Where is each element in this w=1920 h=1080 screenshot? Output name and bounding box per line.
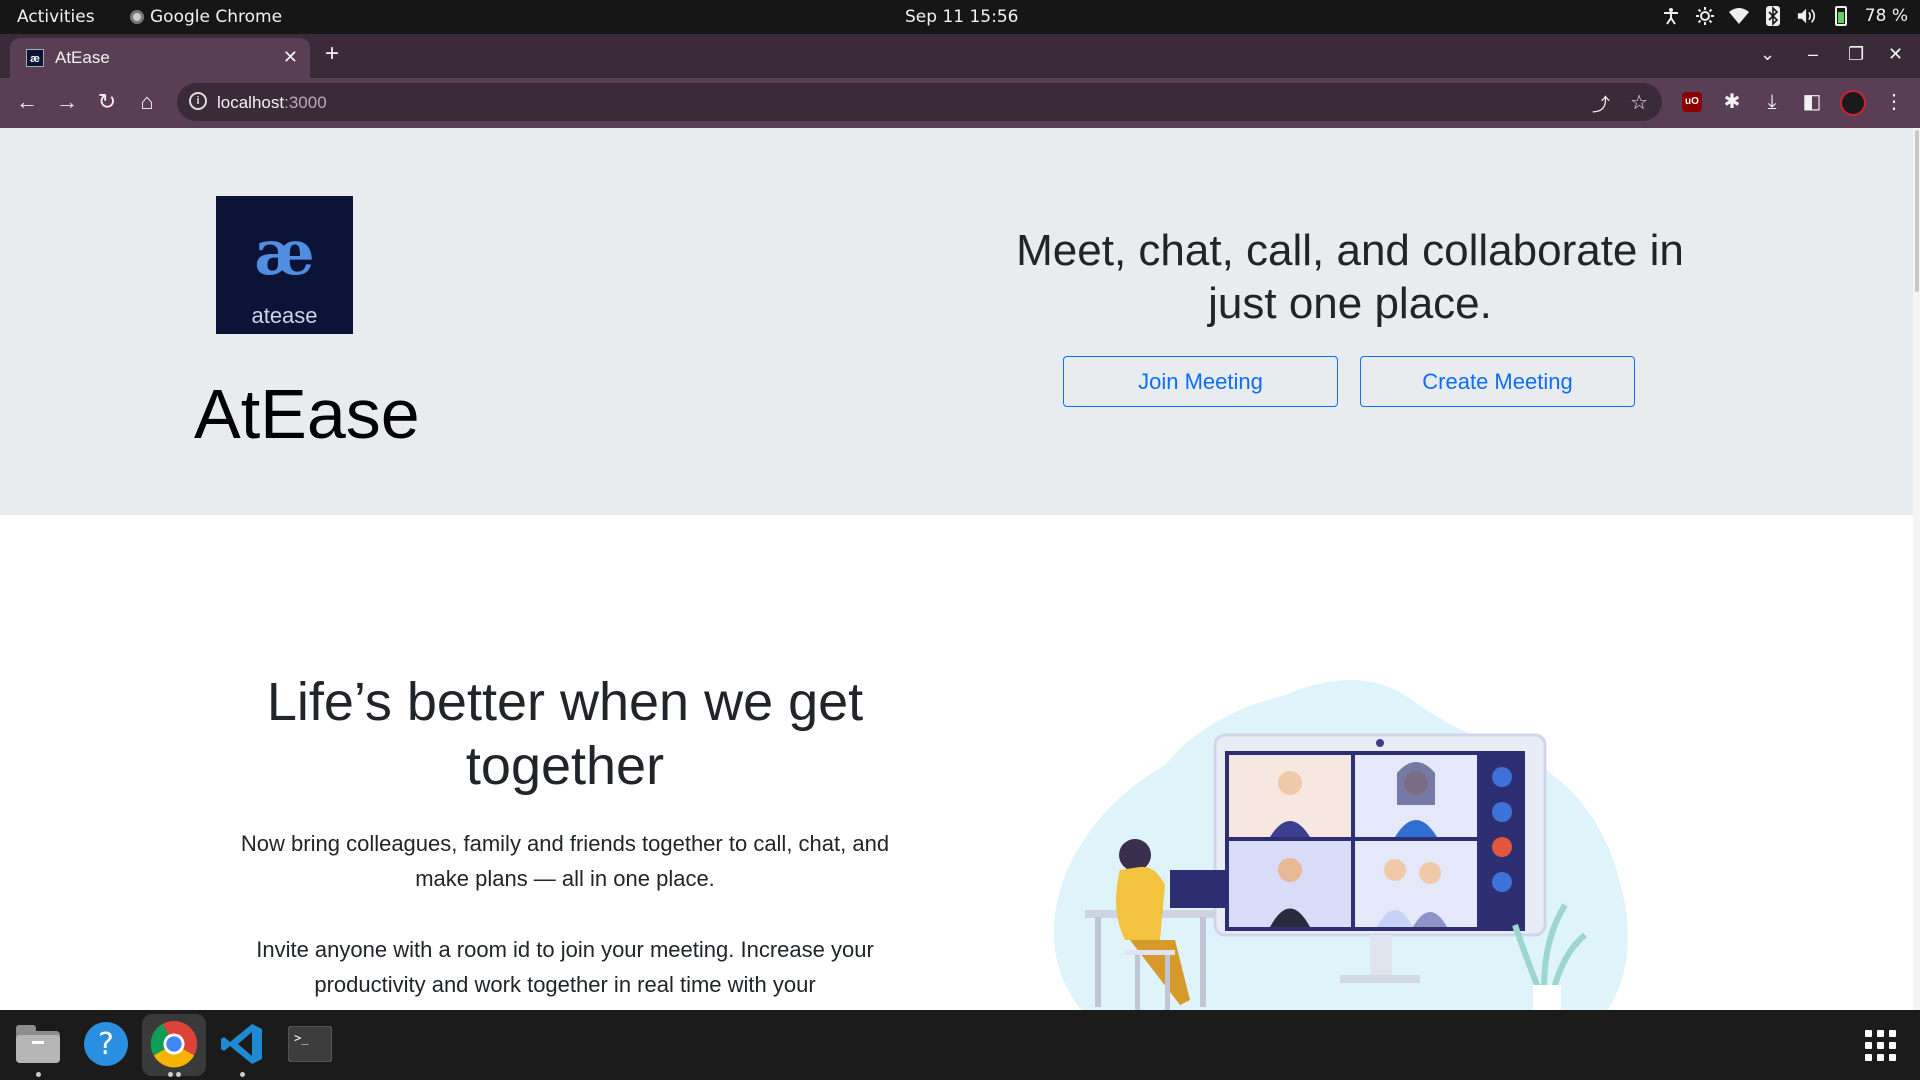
extensions-icon[interactable]: ✱ [1720,90,1744,114]
battery-icon[interactable] [1831,6,1851,26]
svg-text:?: ? [98,1027,114,1062]
accessibility-icon[interactable] [1661,6,1681,26]
tab-atease[interactable]: æ AtEase ✕ [10,38,310,78]
battery-percent[interactable]: 78 % [1865,6,1908,26]
url-text[interactable]: localhost:3000 [217,93,327,113]
ublock-extension-icon[interactable]: uO [1682,92,1702,112]
join-meeting-button[interactable]: Join Meeting [1063,356,1338,407]
forward-icon[interactable]: → [54,91,80,113]
features-section: Life’s better when we get together Now b… [0,515,1913,1010]
svg-text:>_: >_ [294,1031,309,1045]
vscode-icon[interactable] [218,1020,266,1068]
brand-title: AtEase [194,375,420,453]
share-icon[interactable]: ⤴ [1592,91,1610,117]
minimize-icon[interactable]: – [1808,44,1818,65]
page-scrollbar[interactable] [1913,128,1920,1010]
logo-mark: æ [254,216,315,289]
scrollbar-thumb[interactable] [1915,130,1919,292]
close-window-icon[interactable]: ✕ [1888,44,1903,65]
restore-icon[interactable]: ❐ [1848,44,1864,65]
create-meeting-button[interactable]: Create Meeting [1360,356,1635,407]
bluetooth-icon[interactable] [1763,6,1783,26]
hero-tagline: Meet, chat, call, and collaborate in jus… [1016,226,1684,328]
clock[interactable]: Sep 11 15:56 [905,7,1018,27]
features-title: Life’s better when we get together [266,672,864,796]
features-paragraph-2: Invite anyone with a room id to join you… [256,937,874,997]
chrome-running-indicator-1 [168,1072,173,1077]
profile-avatar[interactable] [1840,90,1866,116]
video-conference-illustration [1053,680,1628,1010]
home-icon[interactable]: ⌂ [134,91,160,113]
show-apps-icon[interactable] [1865,1030,1897,1062]
tab-search-icon[interactable]: ⌄ [1760,44,1775,65]
wifi-icon[interactable] [1728,6,1749,26]
address-bar[interactable]: i localhost:3000 ⤴ ☆ [177,83,1662,121]
side-panel-icon[interactable]: ◧ [1800,90,1824,114]
menu-kebab-icon[interactable]: ⋮ [1882,90,1906,114]
app-menu[interactable]: Google Chrome [130,7,282,27]
tab-title: AtEase [55,48,110,67]
chrome-running-indicator-2 [176,1072,181,1077]
volume-icon[interactable] [1797,6,1817,26]
files-running-indicator [36,1072,41,1077]
atease-favicon-icon: æ [26,49,44,67]
browser-toolbar: ← → ↻ ⌂ i localhost:3000 ⤴ ☆ uO ✱ ⤓ ◧ ⋮ [0,78,1920,128]
features-paragraph-1: Now bring colleagues, family and friends… [240,831,890,891]
app-menu-label: Google Chrome [150,7,283,27]
logo-wordmark: atease [251,303,318,328]
vscode-running-indicator [240,1072,245,1077]
site-info-icon[interactable]: i [189,92,207,110]
activities-button[interactable]: Activities [17,7,95,27]
chrome-icon[interactable] [150,1020,198,1068]
atease-logo: æ atease [216,196,353,334]
help-icon[interactable]: ? [82,1020,130,1068]
bookmark-star-icon[interactable]: ☆ [1630,90,1648,115]
chrome-app-icon [130,10,144,24]
system-top-bar: Activities Google Chrome Sep 11 15:56 78… [0,0,1920,34]
brightness-icon[interactable] [1695,6,1715,26]
tab-strip: æ AtEase ✕ + ⌄ – ❐ ✕ [0,34,1920,78]
reload-icon[interactable]: ↻ [94,91,120,113]
new-tab-icon[interactable]: + [325,42,339,66]
files-icon[interactable] [14,1020,62,1068]
back-icon[interactable]: ← [14,91,40,113]
page-viewport: æ atease AtEase Meet, chat, call, and co… [0,128,1920,1010]
terminal-icon[interactable]: >_ [286,1020,334,1068]
hero-section: æ atease AtEase Meet, chat, call, and co… [0,128,1913,515]
close-tab-icon[interactable]: ✕ [283,47,298,68]
download-icon[interactable]: ⤓ [1760,90,1784,114]
dock: ? >_ [0,1010,1920,1080]
system-tray[interactable]: 78 % [1661,6,1908,26]
